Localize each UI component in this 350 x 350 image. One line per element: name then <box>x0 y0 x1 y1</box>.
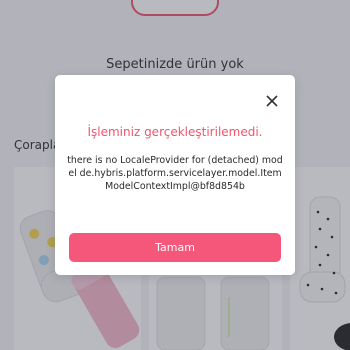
error-dialog: İşleminiz gerçekleştirilemedi. there is … <box>55 75 295 275</box>
ok-button[interactable]: Tamam <box>69 233 281 262</box>
dialog-message: there is no LocaleProvider for (detached… <box>67 155 283 192</box>
dialog-title: İşleminiz gerçekleştirilemedi. <box>87 125 263 139</box>
close-icon[interactable] <box>265 93 279 107</box>
